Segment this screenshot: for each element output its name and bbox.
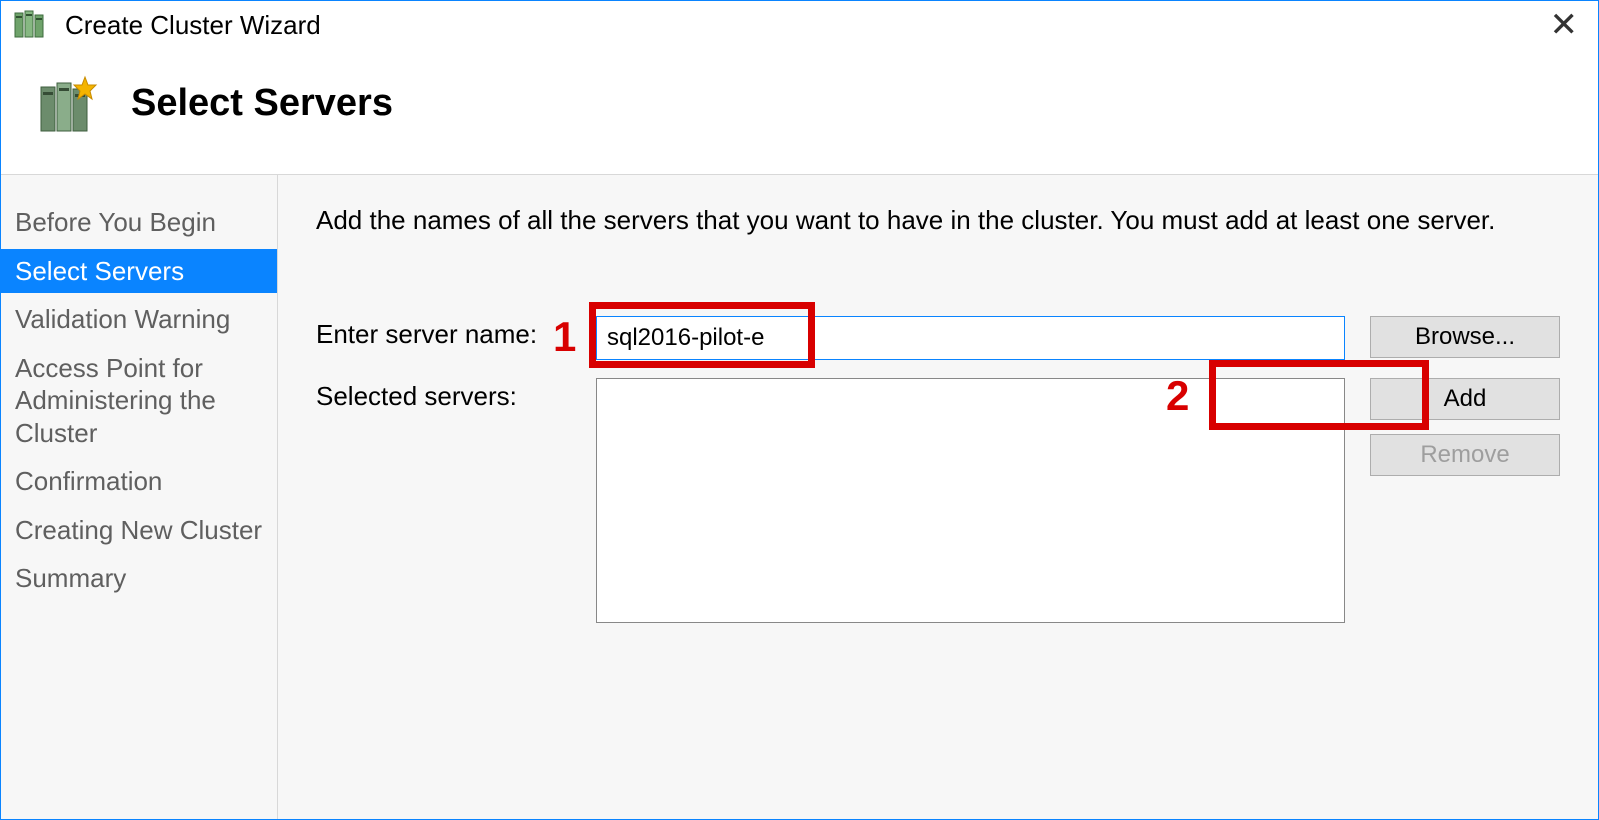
wizard-body: Before You Begin Select Servers Validati… — [1, 174, 1598, 819]
selected-servers-listbox[interactable] — [596, 378, 1345, 623]
wizard-window: Create Cluster Wizard ✕ Select Servers B… — [0, 0, 1599, 820]
sidebar-step-before-you-begin[interactable]: Before You Begin — [1, 200, 277, 245]
wizard-header: Select Servers — [1, 49, 1598, 174]
enter-server-row: Enter server name: Browse... 1 — [316, 316, 1560, 360]
enter-server-label: Enter server name: — [316, 316, 596, 350]
sidebar-step-confirmation[interactable]: Confirmation — [1, 459, 277, 504]
titlebar: Create Cluster Wizard ✕ — [1, 1, 1598, 49]
sidebar-step-validation-warning[interactable]: Validation Warning — [1, 297, 277, 342]
window-title: Create Cluster Wizard — [65, 10, 321, 41]
selected-servers-label: Selected servers: — [316, 378, 596, 412]
remove-button: Remove — [1370, 434, 1560, 476]
instructions-text: Add the names of all the servers that yo… — [316, 205, 1560, 236]
wizard-main: Add the names of all the servers that yo… — [278, 175, 1598, 819]
cluster-wizard-icon — [31, 67, 103, 139]
wizard-sidebar: Before You Begin Select Servers Validati… — [1, 175, 278, 819]
browse-button[interactable]: Browse... — [1370, 316, 1560, 358]
selected-servers-row: Selected servers: Add Remove 2 — [316, 378, 1560, 623]
sidebar-step-summary[interactable]: Summary — [1, 556, 277, 601]
add-button[interactable]: Add — [1370, 378, 1560, 420]
sidebar-step-select-servers[interactable]: Select Servers — [1, 249, 277, 294]
server-name-input[interactable] — [596, 316, 1345, 360]
close-button[interactable]: ✕ — [1540, 8, 1589, 42]
sidebar-step-creating-new-cluster[interactable]: Creating New Cluster — [1, 508, 277, 553]
page-title: Select Servers — [131, 82, 393, 125]
sidebar-step-access-point[interactable]: Access Point for Administering the Clust… — [1, 346, 277, 456]
wizard-title-icon — [11, 7, 47, 43]
